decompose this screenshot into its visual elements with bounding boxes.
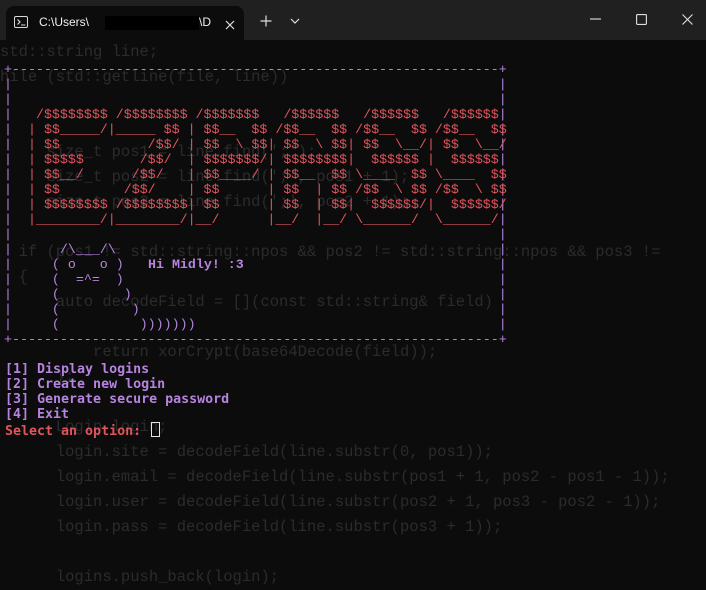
terminal-tab[interactable]: C:\Users\ \D: [6, 6, 244, 40]
ascii-art-line: | $$$$$ /$$/ | $$$$$$$/| $$$$$$$$| $$$$$…: [20, 152, 507, 167]
new-tab-button[interactable]: [252, 9, 280, 33]
background-code-line: login.email = decodeField(line.substr(po…: [0, 468, 670, 486]
tab-title-suffix: \D: [199, 15, 211, 29]
main-menu: [1] Display logins [2] Create new login …: [5, 362, 230, 439]
tab-dropdown-button[interactable]: [283, 9, 307, 33]
plus-icon: [260, 15, 272, 27]
maximize-button[interactable]: [621, 4, 661, 34]
close-window-button[interactable]: [667, 4, 706, 34]
close-icon: [681, 13, 693, 25]
input-prompt[interactable]: Select an option:: [5, 422, 229, 439]
ascii-art-line: | $$$$$$$$ /$$$$$$$$| $$ | $$ | $$| $$$$…: [20, 197, 507, 212]
terminal-area[interactable]: std::string line; hile (std::getline(file…: [0, 40, 706, 586]
ascii-cat-line: ( ): [20, 302, 140, 317]
frame-bottom: +---------------------------------------…: [4, 332, 507, 347]
menu-option-create-login: [2] Create new login: [5, 377, 166, 392]
title-bar: C:\Users\ \D: [0, 0, 706, 40]
frame-side: | |: [4, 77, 507, 92]
ascii-cat-line: /\___/\: [20, 242, 116, 257]
menu-option-generate-password: [3] Generate secure password: [5, 392, 230, 407]
background-code-line: login.user = decodeField(line.substr(pos…: [0, 493, 661, 511]
tab-close-button[interactable]: [218, 14, 242, 36]
ascii-art-line: | $$_____/|_____ $$ | $$__ $$ /$$__ $$ /…: [20, 122, 507, 137]
maximize-icon: [635, 13, 647, 25]
greeting: Hi Midly! :3: [148, 257, 244, 272]
ascii-cat-line: ( o o ): [20, 257, 124, 272]
ascii-cat-line: ( =^= ): [20, 272, 124, 287]
background-code-line: [0, 540, 670, 565]
ascii-art-line: | $$ /$$/ | $$ | $$ | $$ /$$ \ $$ /$$ \ …: [20, 182, 507, 197]
background-code-line: login.site = decodeField(line.substr(0, …: [0, 443, 493, 461]
ascii-art-line: /$$$$$$$$ /$$$$$$$$ /$$$$$$$ /$$$$$$ /$$…: [20, 107, 507, 122]
prompt-text: Select an option:: [5, 424, 150, 439]
ascii-art-line: | $$ /$$/ | $$ \ $$| $$ \ $$| $$ \__/| $…: [20, 137, 507, 152]
chevron-down-icon: [290, 18, 300, 24]
frame-side: | |: [4, 227, 507, 242]
minimize-icon: [589, 18, 601, 20]
ascii-art-line: | $$__/ /$$/ | $$____/ | $$__ $$ \____ $…: [20, 167, 507, 182]
tab-title: C:\Users\: [39, 15, 90, 29]
ascii-cat-line: ( ): [20, 287, 132, 302]
menu-option-display-logins: [1] Display logins: [5, 362, 150, 377]
close-icon: [225, 20, 235, 30]
menu-option-exit: [4] Exit: [5, 407, 70, 422]
text-cursor: [151, 422, 161, 437]
frame-side: | |: [4, 92, 507, 107]
ascii-art-line: |________/|________/|__/ |__/ |__/ \____…: [20, 212, 507, 227]
frame-top: +---------------------------------------…: [4, 62, 507, 77]
background-code-line: logins.push_back(login);: [0, 568, 280, 586]
redacted-path: [105, 16, 199, 30]
minimize-button[interactable]: [575, 4, 615, 34]
terminal-icon: [14, 16, 28, 28]
ascii-cat-line: ( ))))))): [20, 317, 196, 332]
